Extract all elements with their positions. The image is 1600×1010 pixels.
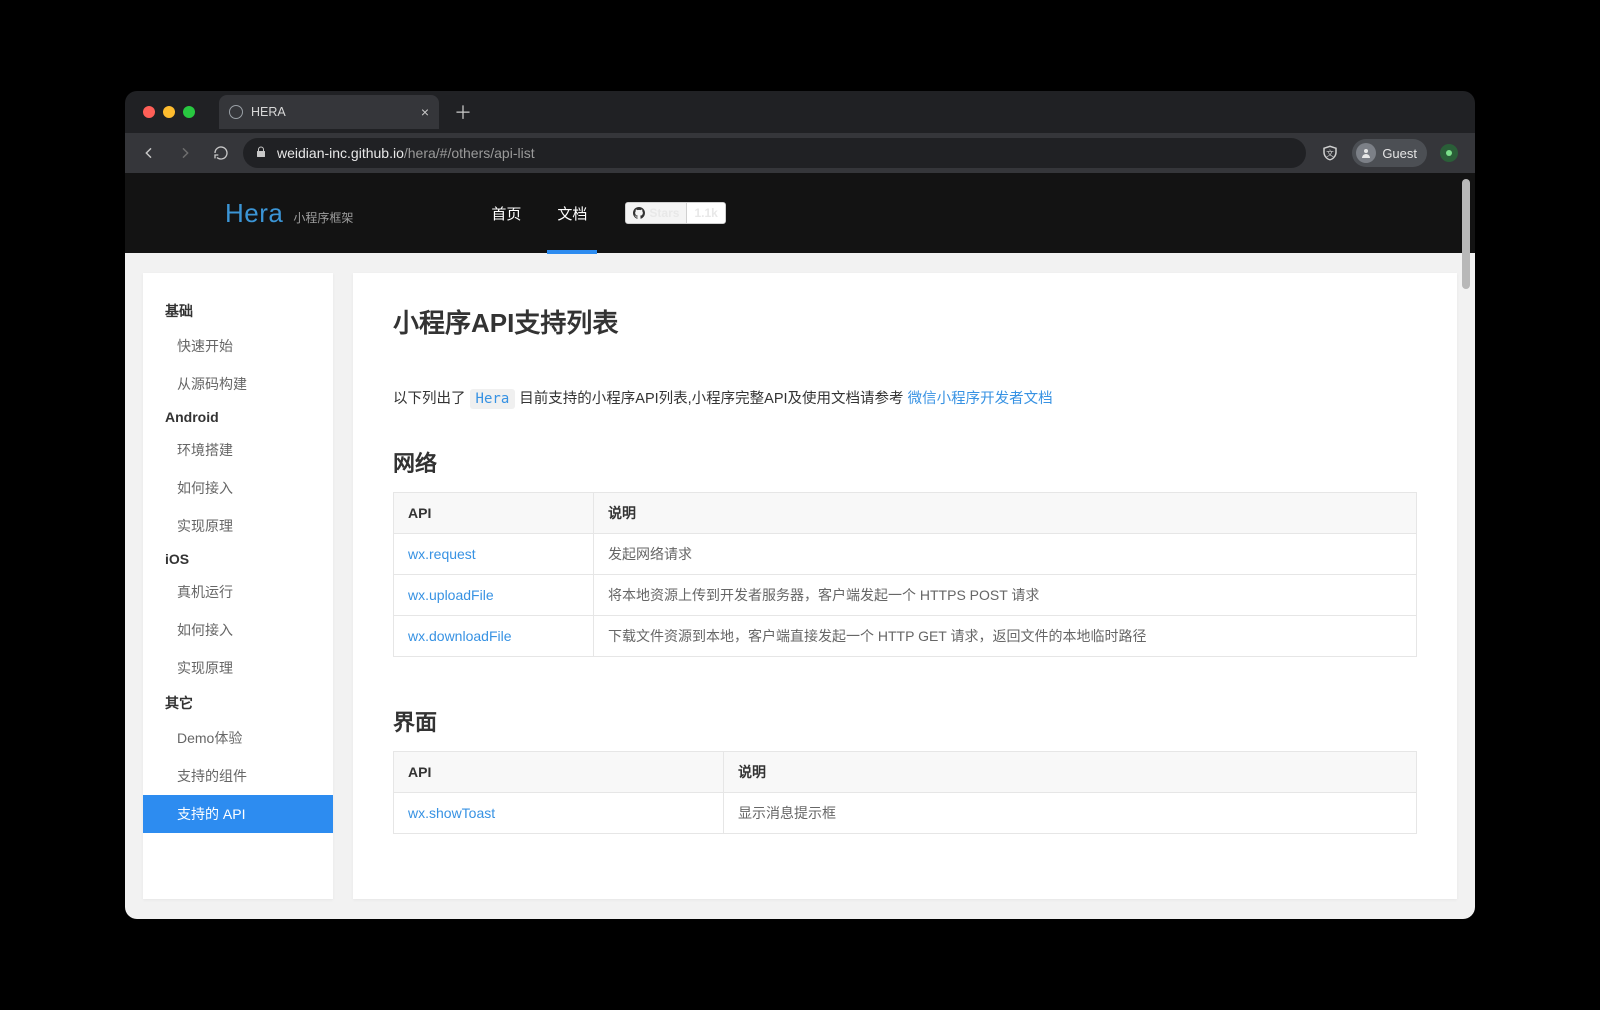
github-stars-badge[interactable]: Stars 1.1k [625,202,725,224]
page-scrollbar[interactable] [1461,173,1471,919]
profile-button[interactable]: Guest [1352,139,1427,167]
api-desc: 下载文件资源到本地，客户端直接发起一个 HTTP GET 请求，返回文件的本地临… [594,616,1417,657]
sidebar-item-android-principle[interactable]: 实现原理 [143,507,333,545]
sidebar-group-android: Android [143,403,333,431]
api-table-ui: API 说明 wx.showToast 显示消息提示框 [393,751,1417,834]
table-row: wx.showToast 显示消息提示框 [394,793,1417,834]
logo-text: Hera [225,198,283,229]
avatar-icon [1356,143,1376,163]
sidebar-item-demo[interactable]: Demo体验 [143,719,333,757]
github-count: 1.1k [687,203,724,223]
back-button[interactable] [135,139,163,167]
sidebar: 基础 快速开始 从源码构建 Android 环境搭建 如何接入 实现原理 iOS… [143,273,333,899]
tab-title: HERA [251,105,286,119]
forward-button [171,139,199,167]
sidebar-item-build-source[interactable]: 从源码构建 [143,365,333,403]
section-heading-ui: 界面 [393,705,1417,737]
sidebar-item-android-env[interactable]: 环境搭建 [143,431,333,469]
github-label: Stars [649,206,679,220]
intro-link[interactable]: 微信小程序开发者文档 [908,391,1053,407]
sidebar-group-others: 其它 [143,687,333,719]
sidebar-item-quickstart[interactable]: 快速开始 [143,327,333,365]
sidebar-item-ios-principle[interactable]: 实现原理 [143,649,333,687]
intro-paragraph: 以下列出了 Hera 目前支持的小程序API列表,小程序完整API及使用文档请参… [393,386,1417,412]
header-nav: 首页 文档 Stars 1.1k [473,173,725,253]
tab-bar: HERA × ＋ [125,91,1475,133]
sidebar-group-basics: 基础 [143,295,333,327]
th-api: API [394,752,724,793]
profile-label: Guest [1382,146,1417,161]
table-row: API 说明 [394,752,1417,793]
sidebar-item-ios-integrate[interactable]: 如何接入 [143,611,333,649]
table-row: wx.request 发起网络请求 [394,534,1417,575]
main-content: 小程序API支持列表 以下列出了 Hera 目前支持的小程序API列表,小程序完… [353,273,1457,899]
browser-window: HERA × ＋ weidian-inc.github.io/hera/#/ot… [125,91,1475,919]
window-controls [143,106,195,118]
intro-text-before: 以下列出了 [393,391,470,407]
sidebar-item-components[interactable]: 支持的组件 [143,757,333,795]
section-heading-network: 网络 [393,446,1417,478]
sidebar-item-android-integrate[interactable]: 如何接入 [143,469,333,507]
browser-toolbar: weidian-inc.github.io/hera/#/others/api-… [125,133,1475,173]
api-link[interactable]: wx.request [408,546,476,562]
translate-icon[interactable]: 文 [1314,137,1346,169]
page-title: 小程序API支持列表 [393,303,1417,340]
globe-icon [229,105,243,119]
github-icon [633,207,645,219]
intro-text-after: 目前支持的小程序API列表,小程序完整API及使用文档请参考 [515,391,907,407]
page-viewport: Hera 小程序框架 首页 文档 Stars 1.1k [125,173,1475,919]
sidebar-group-ios: iOS [143,545,333,573]
logo[interactable]: Hera 小程序框架 [225,198,353,229]
browser-chrome: HERA × ＋ weidian-inc.github.io/hera/#/ot… [125,91,1475,173]
table-row: API 说明 [394,493,1417,534]
reload-button[interactable] [207,139,235,167]
nav-home[interactable]: 首页 [473,173,539,253]
api-table-network: API 说明 wx.request 发起网络请求 wx.uploadFile 将… [393,492,1417,657]
scrollbar-thumb[interactable] [1462,179,1470,289]
api-desc: 发起网络请求 [594,534,1417,575]
browser-tab[interactable]: HERA × [219,95,439,129]
toolbar-right: 文 Guest [1314,137,1465,169]
api-link[interactable]: wx.showToast [408,805,495,821]
th-api: API [394,493,594,534]
sidebar-item-api[interactable]: 支持的 API [143,795,333,833]
lock-icon [255,145,267,162]
api-desc: 将本地资源上传到开发者服务器，客户端发起一个 HTTPS POST 请求 [594,575,1417,616]
api-link[interactable]: wx.uploadFile [408,587,494,603]
url-text: weidian-inc.github.io/hera/#/others/api-… [277,145,535,161]
logo-tagline: 小程序框架 [293,209,353,226]
th-desc: 说明 [594,493,1417,534]
site-header: Hera 小程序框架 首页 文档 Stars 1.1k [125,173,1475,253]
api-link[interactable]: wx.downloadFile [408,628,512,644]
table-row: wx.downloadFile 下载文件资源到本地，客户端直接发起一个 HTTP… [394,616,1417,657]
api-desc: 显示消息提示框 [724,793,1417,834]
content-row: 基础 快速开始 从源码构建 Android 环境搭建 如何接入 实现原理 iOS… [125,253,1475,919]
extension-icon[interactable] [1433,137,1465,169]
close-window-icon[interactable] [143,106,155,118]
fullscreen-window-icon[interactable] [183,106,195,118]
intro-code: Hera [470,389,516,409]
nav-docs[interactable]: 文档 [539,173,605,253]
minimize-window-icon[interactable] [163,106,175,118]
address-bar[interactable]: weidian-inc.github.io/hera/#/others/api-… [243,138,1306,168]
sidebar-item-ios-device[interactable]: 真机运行 [143,573,333,611]
th-desc: 说明 [724,752,1417,793]
svg-text:文: 文 [1327,148,1335,158]
close-tab-icon[interactable]: × [421,104,429,120]
new-tab-button[interactable]: ＋ [449,98,477,126]
table-row: wx.uploadFile 将本地资源上传到开发者服务器，客户端发起一个 HTT… [394,575,1417,616]
